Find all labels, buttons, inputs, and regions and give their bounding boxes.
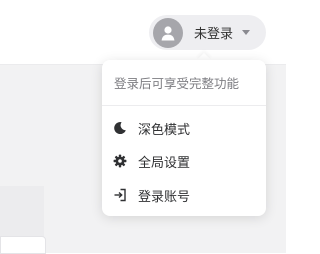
login-icon [112, 187, 128, 203]
menu-item-dark-mode[interactable]: 深色模式 [102, 113, 266, 143]
divider [102, 105, 266, 106]
avatar [153, 17, 183, 48]
menu-item-login[interactable]: 登录账号 [102, 180, 266, 210]
user-dropdown-menu: 登录后可享受完整功能 深色模式 全局设置 登录账号 [102, 60, 266, 216]
gear-icon [112, 153, 128, 169]
login-hint: 登录后可享受完整功能 [114, 76, 240, 91]
menu-label-global-settings: 全局设置 [138, 155, 191, 171]
moon-icon [112, 120, 128, 136]
caret-down-icon [242, 30, 251, 35]
menu-label-dark-mode: 深色模式 [138, 122, 191, 138]
menu-label-login: 登录账号 [138, 189, 191, 205]
background-card [0, 186, 44, 242]
menu-item-global-settings[interactable]: 全局设置 [102, 146, 266, 176]
user-status-label: 未登录 [194, 27, 234, 42]
user-icon [161, 25, 175, 40]
user-menu-trigger[interactable]: 未登录 [149, 15, 266, 50]
background-card-bottom [0, 236, 46, 254]
